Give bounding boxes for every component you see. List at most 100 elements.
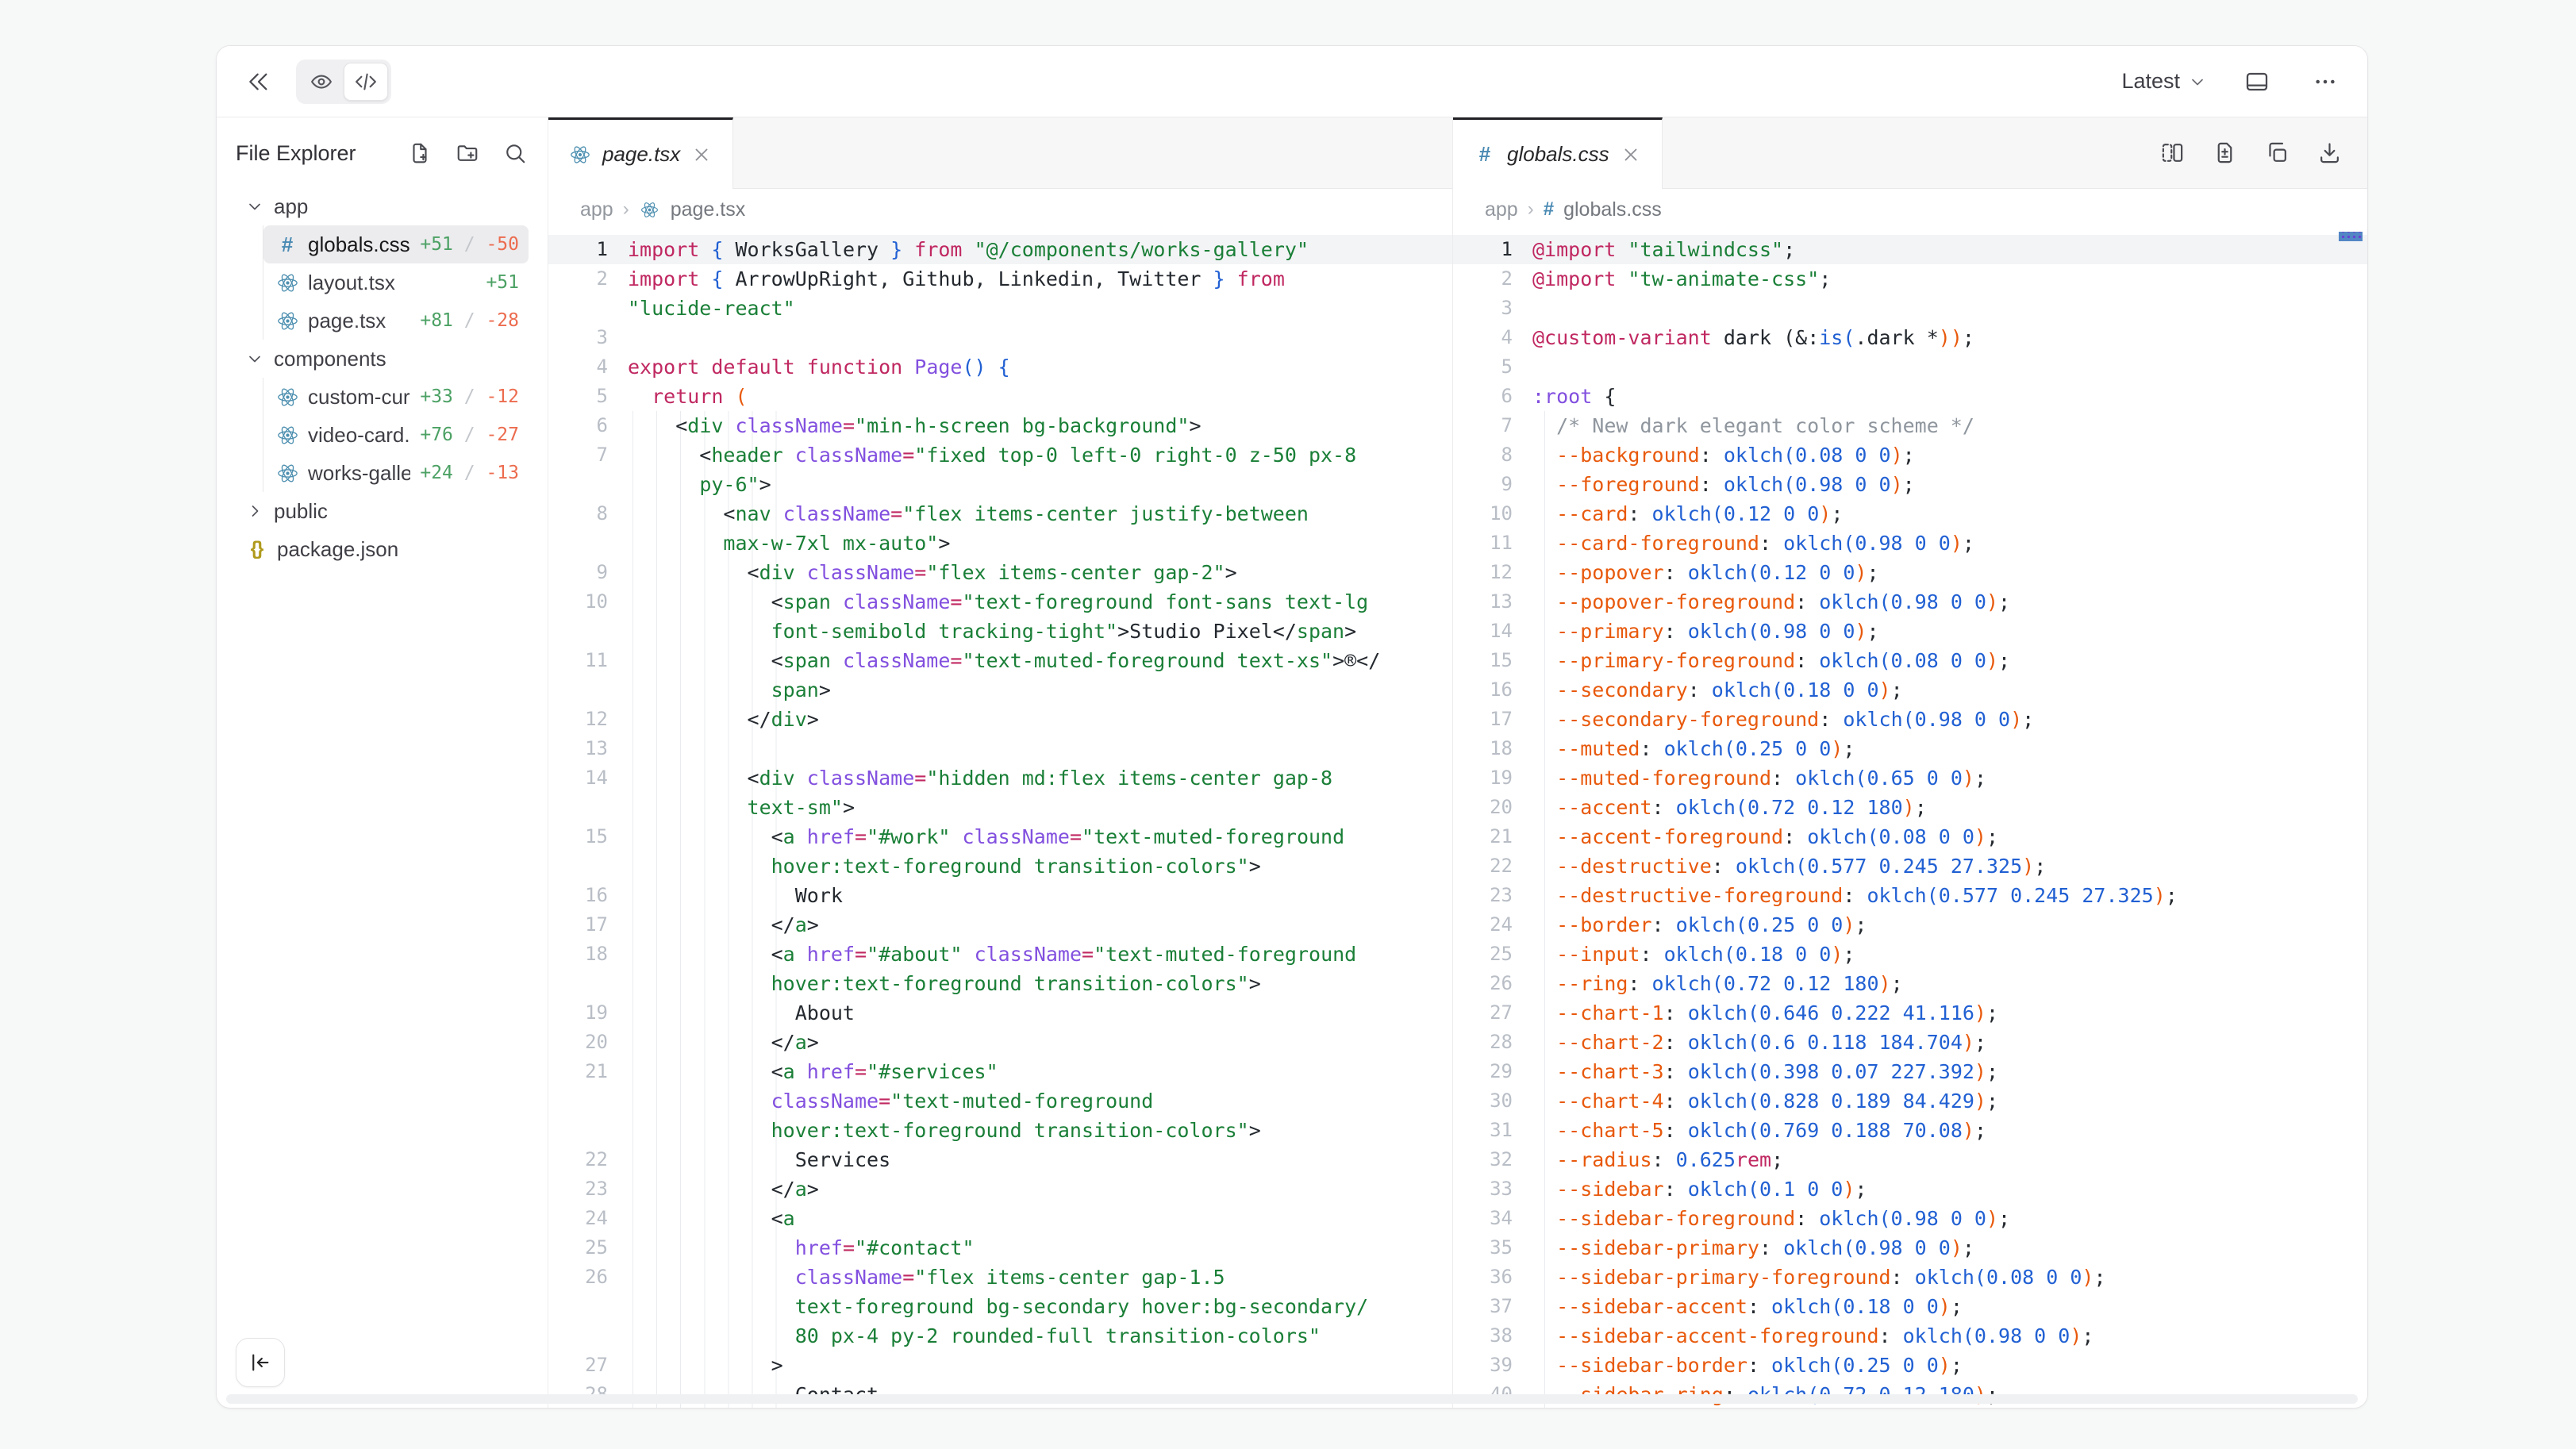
line-number: 7 (548, 440, 616, 470)
code-line: 15 <a href="#work" className="text-muted… (548, 822, 1452, 851)
tree-file-video-card.tsx[interactable]: video-card.tsx+76 / -27 (263, 416, 529, 454)
tree-file-page.tsx[interactable]: page.tsx+81 / -28 (263, 302, 529, 340)
line-number: 15 (548, 822, 616, 851)
code-line: 24 <a (548, 1204, 1452, 1233)
line-number: 27 (548, 1351, 616, 1380)
code-text: --background: oklch(0.08 0 0); (1521, 440, 1915, 470)
line-number: 33 (1453, 1174, 1521, 1204)
horizontal-scrollbar[interactable] (226, 1394, 2358, 1404)
line-number: 23 (548, 1174, 616, 1204)
line-number (548, 1321, 616, 1351)
code-text: --input: oklch(0.18 0 0); (1521, 940, 1855, 969)
download-code-button[interactable] (2315, 139, 2343, 167)
code-line: 80 px-4 py-2 rounded-full transition-col… (548, 1321, 1452, 1351)
code-line: 20 </a> (548, 1028, 1452, 1057)
search-files-button[interactable] (502, 140, 529, 167)
split-panel-button[interactable] (2158, 139, 2186, 167)
code-text: --muted: oklch(0.25 0 0); (1521, 734, 1855, 763)
react-icon (276, 310, 298, 332)
tree-children: custom-curs…+33 / -12video-card.tsx+76 /… (263, 378, 529, 492)
code-text: /* New dark elegant color scheme */ (1521, 411, 1974, 440)
copy-code-button[interactable] (2263, 139, 2291, 167)
code-line: 11 <span className="text-muted-foregroun… (548, 646, 1452, 675)
code-text: 80 px-4 py-2 rounded-full transition-col… (616, 1321, 1321, 1351)
close-icon[interactable] (1621, 144, 1641, 165)
code-text: py-6"> (616, 470, 771, 499)
code-text: <span className="text-muted-foreground t… (616, 646, 1380, 675)
code-text: About (616, 998, 855, 1028)
close-icon[interactable] (691, 144, 712, 165)
version-dropdown[interactable]: Latest (2121, 69, 2207, 94)
new-folder-button[interactable] (454, 140, 481, 167)
json-braces-icon: {} (245, 538, 267, 560)
code-line: 20 --accent: oklch(0.72 0.12 180); (1453, 793, 2367, 822)
breadcrumb-folder[interactable]: app (580, 198, 613, 221)
code-text: @import "tw-animate-css"; (1521, 264, 1831, 294)
file-explorer-title: File Explorer (236, 141, 356, 166)
line-number: 13 (548, 734, 616, 763)
diff-stats: +81 / -28 (420, 310, 519, 331)
arrow-to-left-icon (248, 1351, 272, 1374)
code-line: 27 --chart-1: oklch(0.646 0.222 41.116); (1453, 998, 2367, 1028)
code-text: @import "tailwindcss"; (1521, 235, 1795, 264)
tree-file-layout.tsx[interactable]: layout.tsx+51 (263, 263, 529, 302)
tree-file-works-galler-[interactable]: works-galler…+24 / -13 (263, 454, 529, 492)
tree-folder-app[interactable]: app (236, 187, 529, 225)
code-line: 26 className="flex items-center gap-1.5 (548, 1263, 1452, 1292)
file-tree: app#globals.css+51 / -50layout.tsx+51pag… (236, 187, 529, 568)
code-line: 36 --sidebar-primary-foreground: oklch(0… (1453, 1263, 2367, 1292)
line-number: 1 (548, 235, 616, 264)
line-number (548, 1292, 616, 1321)
code-text: span> (616, 675, 831, 705)
tree-file-custom-curs-[interactable]: custom-curs…+33 / -12 (263, 378, 529, 416)
line-number: 26 (548, 1263, 616, 1292)
code-text: > (616, 1351, 783, 1380)
file-diff-button[interactable] (2210, 139, 2239, 167)
preview-toggle-button[interactable] (299, 63, 344, 101)
code-text: --destructive-foreground: oklch(0.577 0.… (1521, 881, 2178, 910)
code-text: --chart-5: oklch(0.769 0.188 70.08); (1521, 1116, 1986, 1145)
code-text: Work (616, 881, 843, 910)
line-number: 6 (548, 411, 616, 440)
code-line: 3 (548, 323, 1452, 352)
line-number (548, 617, 616, 646)
code-line: max-w-7xl mx-auto"> (548, 528, 1452, 558)
tab-globals-css[interactable]: # globals.css (1453, 117, 1663, 189)
code-text: <nav className="flex items-center justif… (616, 499, 1309, 528)
code-editor-globals-css[interactable]: 1@import "tailwindcss";2@import "tw-anim… (1453, 230, 2367, 1408)
code-line: 9 <div className="flex items-center gap-… (548, 558, 1452, 587)
code-toggle-button[interactable] (344, 63, 388, 101)
tree-item-label: globals.css (308, 233, 410, 257)
line-number (548, 470, 616, 499)
code-text: --sidebar-accent-foreground: oklch(0.98 … (1521, 1321, 2093, 1351)
diff-stats: +33 / -12 (420, 386, 519, 407)
breadcrumb-file[interactable]: page.tsx (671, 198, 746, 221)
tree-item-label: works-galler… (308, 461, 410, 486)
code-text: --sidebar-primary-foreground: oklch(0.08… (1521, 1263, 2106, 1292)
react-icon (276, 425, 298, 446)
collapse-chat-button[interactable] (240, 63, 277, 100)
line-number: 14 (1453, 617, 1521, 646)
tree-folder-public[interactable]: public (236, 492, 529, 530)
line-number: 6 (1453, 382, 1521, 411)
tree-folder-components[interactable]: components (236, 340, 529, 378)
panel-bottom-button[interactable] (2239, 63, 2275, 100)
tree-file-package.json[interactable]: {}package.json (236, 530, 529, 568)
code-line: 33 --sidebar: oklch(0.1 0 0); (1453, 1174, 2367, 1204)
collapse-sidebar-button[interactable] (236, 1338, 285, 1387)
tree-file-globals.css[interactable]: #globals.css+51 / -50 (263, 225, 529, 263)
code-editor-page-tsx[interactable]: 1import { WorksGallery } from "@/compone… (548, 230, 1452, 1408)
line-number: 12 (548, 705, 616, 734)
diff-stats: +51 (486, 272, 519, 293)
diff-stats: +51 / -50 (420, 234, 519, 255)
tab-page-tsx[interactable]: page.tsx (548, 117, 733, 189)
breadcrumb-file[interactable]: globals.css (1563, 198, 1662, 221)
code-line: 7 /* New dark elegant color scheme */ (1453, 411, 2367, 440)
chevron-down-icon (245, 197, 264, 216)
tree-item-label: components (274, 347, 386, 371)
new-file-button[interactable] (406, 140, 433, 167)
more-options-button[interactable] (2307, 63, 2343, 100)
code-text: <span className="text-foreground font-sa… (616, 587, 1368, 617)
code-text: font-semibold tracking-tight">Studio Pix… (616, 617, 1356, 646)
breadcrumb-folder[interactable]: app (1485, 198, 1518, 221)
